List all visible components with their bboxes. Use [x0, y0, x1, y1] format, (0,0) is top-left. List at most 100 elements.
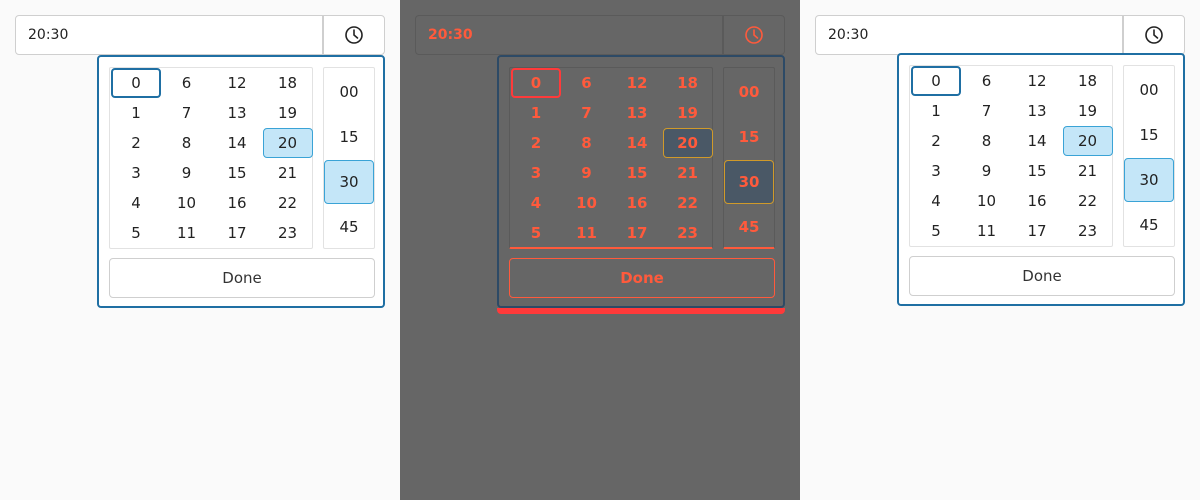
hour-option-12[interactable]: 12 [212, 68, 262, 98]
clock-icon [1145, 26, 1163, 44]
hour-option-21[interactable]: 21 [1063, 156, 1113, 186]
hour-option-13[interactable]: 13 [212, 98, 262, 128]
time-picker-popup: 0 6 12 18 1 7 13 19 2 8 14 20 3 9 15 21 4 10 16 22 5 11 17 23 00… [897, 53, 1185, 306]
hour-option-0[interactable]: 0 [911, 66, 961, 96]
hour-option-20[interactable]: 20 [1062, 126, 1113, 156]
hour-option-12[interactable]: 12 [1012, 66, 1062, 96]
minute-option-00[interactable]: 00 [324, 70, 374, 114]
hours-grid: 0 6 12 18 1 7 13 19 2 8 14 20 3 9 15 21 4 10 16 22 5 11 17 23 [109, 67, 313, 249]
hour-option-3[interactable]: 3 [511, 158, 561, 188]
hour-option-18[interactable]: 18 [263, 68, 313, 98]
hour-option-11[interactable]: 11 [562, 218, 612, 248]
hour-option-15[interactable]: 15 [612, 158, 662, 188]
open-time-picker-button[interactable] [323, 15, 385, 55]
hour-option-22[interactable]: 22 [263, 188, 313, 218]
hour-option-1[interactable]: 1 [111, 98, 161, 128]
hour-option-10[interactable]: 10 [962, 186, 1012, 216]
hour-option-23[interactable]: 23 [263, 218, 313, 248]
hour-option-20[interactable]: 20 [662, 128, 713, 158]
minute-option-30[interactable]: 30 [724, 160, 774, 204]
open-time-picker-button[interactable] [723, 15, 785, 55]
open-time-picker-button[interactable] [1123, 15, 1185, 55]
hour-option-1[interactable]: 1 [911, 96, 961, 126]
hour-option-0[interactable]: 0 [511, 68, 561, 98]
hour-option-9[interactable]: 9 [962, 156, 1012, 186]
hour-option-15[interactable]: 15 [212, 158, 262, 188]
minute-option-15[interactable]: 15 [324, 115, 374, 159]
hour-option-0[interactable]: 0 [111, 68, 161, 98]
hour-option-18[interactable]: 18 [663, 68, 713, 98]
minute-option-30[interactable]: 30 [324, 160, 374, 204]
minute-option-00[interactable]: 00 [724, 70, 774, 114]
hour-option-23[interactable]: 23 [663, 218, 713, 248]
hour-option-20[interactable]: 20 [262, 128, 313, 158]
hour-option-15[interactable]: 15 [1012, 156, 1062, 186]
hour-option-5[interactable]: 5 [911, 216, 961, 246]
hour-option-16[interactable]: 16 [612, 188, 662, 218]
hour-option-11[interactable]: 11 [162, 218, 212, 248]
hour-option-22[interactable]: 22 [1063, 186, 1113, 216]
hour-option-22[interactable]: 22 [663, 188, 713, 218]
hour-option-17[interactable]: 17 [212, 218, 262, 248]
hour-option-12[interactable]: 12 [612, 68, 662, 98]
hour-option-10[interactable]: 10 [162, 188, 212, 218]
time-field-row [15, 15, 385, 55]
hour-option-16[interactable]: 16 [1012, 186, 1062, 216]
hour-option-18[interactable]: 18 [1063, 66, 1113, 96]
hour-option-3[interactable]: 3 [111, 158, 161, 188]
hour-option-5[interactable]: 5 [511, 218, 561, 248]
hour-option-2[interactable]: 2 [911, 126, 961, 156]
minute-option-30[interactable]: 30 [1124, 158, 1174, 202]
hour-option-8[interactable]: 8 [162, 128, 212, 158]
hour-option-10[interactable]: 10 [562, 188, 612, 218]
minute-option-45[interactable]: 45 [724, 205, 774, 249]
hour-option-4[interactable]: 4 [911, 186, 961, 216]
hour-option-9[interactable]: 9 [162, 158, 212, 188]
minutes-column: 00 15 30 45 [1123, 65, 1175, 247]
hour-option-7[interactable]: 7 [162, 98, 212, 128]
hour-option-4[interactable]: 4 [511, 188, 561, 218]
hour-option-14[interactable]: 14 [212, 128, 262, 158]
minutes-column: 00 15 30 45 [323, 67, 375, 249]
hour-option-5[interactable]: 5 [111, 218, 161, 248]
hour-option-21[interactable]: 21 [263, 158, 313, 188]
time-field-row [415, 15, 785, 55]
hour-option-23[interactable]: 23 [1063, 216, 1113, 246]
hour-option-14[interactable]: 14 [612, 128, 662, 158]
hour-option-21[interactable]: 21 [663, 158, 713, 188]
hour-option-14[interactable]: 14 [1012, 126, 1062, 156]
hour-option-13[interactable]: 13 [1012, 96, 1062, 126]
hour-option-7[interactable]: 7 [962, 96, 1012, 126]
hour-option-17[interactable]: 17 [1012, 216, 1062, 246]
done-button[interactable]: Done [109, 258, 375, 298]
hour-option-19[interactable]: 19 [263, 98, 313, 128]
minute-option-00[interactable]: 00 [1124, 68, 1174, 112]
hour-option-4[interactable]: 4 [111, 188, 161, 218]
hour-option-3[interactable]: 3 [911, 156, 961, 186]
hour-option-6[interactable]: 6 [962, 66, 1012, 96]
hour-option-11[interactable]: 11 [962, 216, 1012, 246]
hour-option-6[interactable]: 6 [162, 68, 212, 98]
hour-option-19[interactable]: 19 [663, 98, 713, 128]
hour-option-19[interactable]: 19 [1063, 96, 1113, 126]
done-button[interactable]: Done [509, 258, 775, 298]
minute-option-45[interactable]: 45 [1124, 203, 1174, 247]
hour-option-8[interactable]: 8 [562, 128, 612, 158]
done-button[interactable]: Done [909, 256, 1175, 296]
hour-option-8[interactable]: 8 [962, 126, 1012, 156]
hour-option-16[interactable]: 16 [212, 188, 262, 218]
minute-option-45[interactable]: 45 [324, 205, 374, 249]
hour-option-7[interactable]: 7 [562, 98, 612, 128]
time-input[interactable] [415, 15, 723, 55]
hour-option-2[interactable]: 2 [511, 128, 561, 158]
hour-option-13[interactable]: 13 [612, 98, 662, 128]
hour-option-17[interactable]: 17 [612, 218, 662, 248]
hour-option-6[interactable]: 6 [562, 68, 612, 98]
hour-option-9[interactable]: 9 [562, 158, 612, 188]
hour-option-1[interactable]: 1 [511, 98, 561, 128]
time-input[interactable] [15, 15, 323, 55]
minute-option-15[interactable]: 15 [1124, 113, 1174, 157]
time-input[interactable] [815, 15, 1123, 55]
minute-option-15[interactable]: 15 [724, 115, 774, 159]
hour-option-2[interactable]: 2 [111, 128, 161, 158]
